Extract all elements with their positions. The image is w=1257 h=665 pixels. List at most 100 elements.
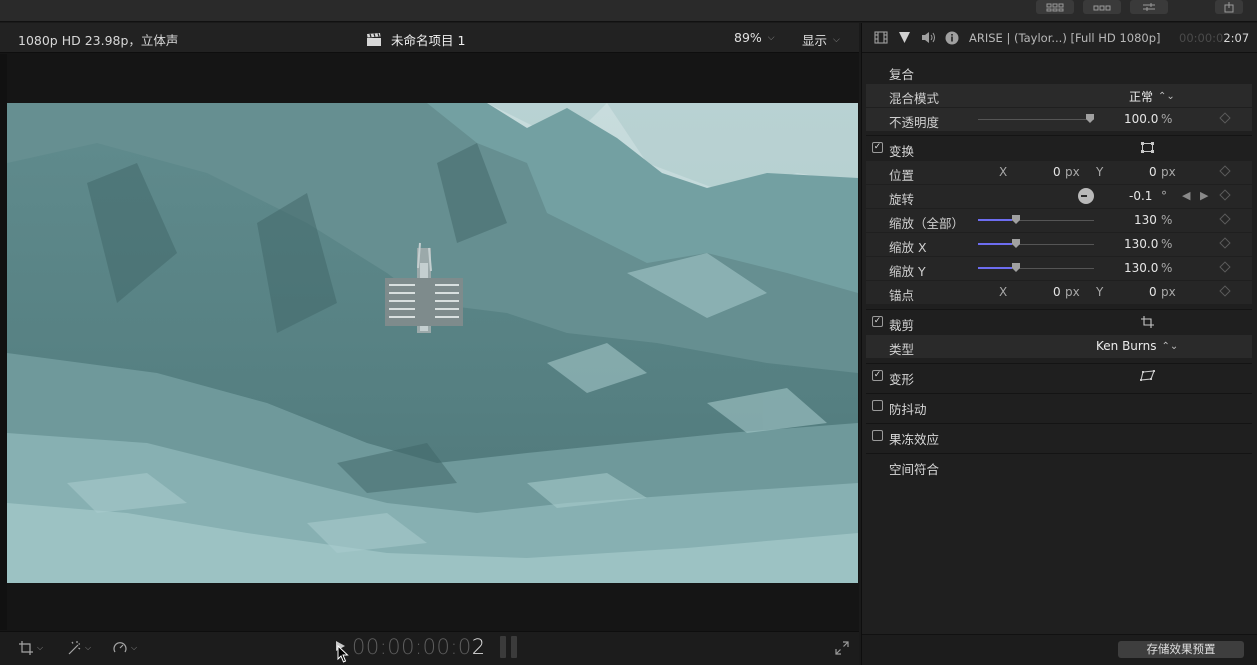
scale-y-value[interactable]: 130.0: [1124, 261, 1158, 275]
anchor-row: 锚点 X 0 px Y 0 px: [866, 281, 1252, 304]
position-x-unit: px: [1065, 165, 1080, 179]
keyframe-diamond-icon[interactable]: [1219, 165, 1231, 177]
divider: [866, 423, 1252, 424]
scale-all-slider-thumb[interactable]: [1012, 215, 1020, 224]
opacity-slider-thumb[interactable]: [1086, 114, 1094, 123]
format-label: 1080p HD 23.98p，立体声: [18, 33, 179, 48]
compositing-title: 复合: [889, 67, 915, 82]
video-inspector-icon[interactable]: [874, 31, 888, 44]
distort-checkbox[interactable]: ✓: [872, 370, 883, 381]
retime-speed-icon: [113, 642, 127, 653]
keyframe-diamond-icon[interactable]: [1219, 213, 1231, 225]
next-keyframe-icon[interactable]: ▶: [1200, 189, 1208, 202]
crop-type-row: 类型 Ken Burns ⌃⌄: [866, 335, 1252, 358]
rolling-shutter-checkbox[interactable]: [872, 430, 883, 441]
crop-tool-icon: [19, 641, 33, 655]
zoom-menu[interactable]: 89% ⌵: [734, 30, 775, 45]
position-y-unit: px: [1161, 165, 1176, 179]
keyframe-diamond-icon[interactable]: [1219, 285, 1231, 297]
crop-tool-menu[interactable]: ⌵: [18, 640, 43, 656]
color-inspector-icon[interactable]: [898, 31, 911, 44]
rotation-unit: °: [1161, 189, 1167, 203]
scale-x-unit: %: [1161, 237, 1173, 251]
rolling-shutter-section-header: 果冻效应: [866, 425, 1252, 448]
grid-view-button[interactable]: [1036, 0, 1074, 14]
scale-x-slider-fill: [978, 243, 1012, 245]
stabilization-section-header: 防抖动: [866, 395, 1252, 418]
divider: [866, 363, 1252, 364]
adjust-sliders-icon: [1143, 3, 1155, 11]
keyframe-diamond-icon[interactable]: [1219, 189, 1231, 201]
spatial-conform-title: 空间符合: [889, 462, 940, 477]
project-title: 未命名项目 1: [391, 33, 466, 48]
rotation-value[interactable]: -0.1: [1129, 189, 1152, 203]
scale-all-label: 缩放（全部）: [889, 216, 965, 231]
transform-checkbox[interactable]: ✓: [872, 142, 883, 153]
rolling-shutter-title: 果冻效应: [889, 432, 940, 447]
keyframe-diamond-icon[interactable]: [1219, 237, 1231, 249]
crop-type-popup[interactable]: Ken Burns ⌃⌄: [1096, 339, 1178, 353]
divider: [866, 393, 1252, 394]
enhance-menu[interactable]: ⌵: [66, 640, 91, 656]
fullscreen-button[interactable]: [835, 641, 849, 658]
opacity-slider[interactable]: [978, 119, 1094, 120]
filmstrip-view-button[interactable]: [1083, 0, 1121, 14]
inspector-toggle-button[interactable]: [1130, 0, 1168, 14]
anchor-x-unit: px: [1065, 285, 1080, 299]
video-frame[interactable]: [7, 103, 858, 583]
scale-all-value[interactable]: 130: [1134, 213, 1157, 227]
display-menu[interactable]: 显示 ⌵: [802, 30, 840, 49]
timecode-dim: 00:00:00:0: [352, 635, 472, 659]
up-down-arrows-icon: ⌃⌄: [1161, 340, 1179, 352]
anchor-label: 锚点: [889, 288, 915, 303]
anchor-x-value[interactable]: 0: [1053, 285, 1061, 299]
share-icon: [1224, 1, 1234, 12]
position-y-value[interactable]: 0: [1149, 165, 1157, 179]
chevron-down-icon: ⌵: [767, 32, 775, 43]
keyframe-diamond-icon[interactable]: [1219, 112, 1231, 124]
save-effects-preset-button[interactable]: 存储效果预置: [1118, 641, 1244, 658]
share-button[interactable]: [1215, 0, 1243, 14]
rotation-dial[interactable]: [1078, 188, 1094, 204]
anchor-y-value[interactable]: 0: [1149, 285, 1157, 299]
chevron-down-icon: ⌵: [833, 34, 840, 45]
distort-section-header: ✓ 变形: [866, 365, 1252, 388]
scale-y-slider-fill: [978, 267, 1012, 269]
distort-overlay-icon[interactable]: [1140, 370, 1155, 381]
clip-duration-bright: 2:07: [1223, 31, 1250, 45]
chevron-down-icon: ⌵: [131, 643, 138, 652]
crop-overlay-icon[interactable]: [1141, 316, 1154, 328]
opacity-value[interactable]: 100.0: [1124, 112, 1158, 126]
blend-mode-row: 混合模式 正常 ⌃⌄: [866, 84, 1252, 107]
audio-inspector-icon[interactable]: [921, 31, 937, 44]
blend-mode-label: 混合模式: [889, 91, 940, 106]
stabilization-checkbox[interactable]: [872, 400, 883, 411]
blend-mode-popup[interactable]: 正常 ⌃⌄: [1129, 88, 1175, 105]
viewer-panel: 1080p HD 23.98p，立体声 未命名项目 1 89% ⌵ 显示 ⌵ ⌵…: [0, 23, 859, 665]
grid-view-icon: [1046, 3, 1064, 11]
audio-meter-right: [511, 636, 517, 658]
zoom-value: 89%: [734, 30, 762, 45]
top-toolbar: [0, 0, 1257, 22]
crop-section-header: ✓ 裁剪: [866, 311, 1252, 334]
anchor-x-axis: X: [999, 285, 1008, 299]
enhance-wand-icon: [68, 641, 81, 655]
spatial-conform-section-header[interactable]: 空间符合: [866, 455, 1252, 478]
stabilization-title: 防抖动: [889, 402, 927, 417]
timecode-display[interactable]: 00:00:00:02: [352, 635, 486, 659]
video-frame-image: [7, 103, 858, 583]
scale-y-slider-thumb[interactable]: [1012, 263, 1020, 272]
position-x-value[interactable]: 0: [1053, 165, 1061, 179]
info-inspector-icon[interactable]: [945, 31, 959, 45]
scale-x-label: 缩放 X: [889, 240, 927, 255]
timecode-last-digit: 2: [471, 635, 486, 659]
crop-checkbox[interactable]: ✓: [872, 316, 883, 327]
previous-keyframe-icon[interactable]: ◀: [1182, 189, 1190, 202]
transform-overlay-icon[interactable]: [1141, 142, 1154, 153]
clip-duration: 00:00:02:07: [1179, 31, 1249, 45]
scale-x-slider-thumb[interactable]: [1012, 239, 1020, 248]
compositing-section-header[interactable]: 复合: [866, 60, 1252, 83]
keyframe-diamond-icon[interactable]: [1219, 261, 1231, 273]
retime-menu[interactable]: ⌵: [112, 640, 137, 656]
scale-x-value[interactable]: 130.0: [1124, 237, 1158, 251]
